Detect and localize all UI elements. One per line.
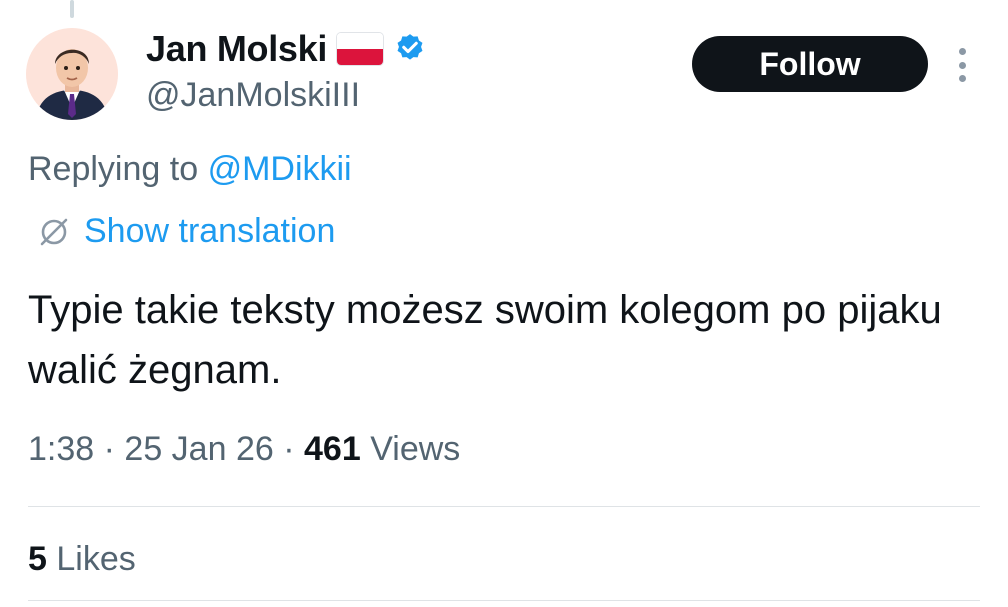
reply-mention-link[interactable]: @MDikkii — [208, 150, 352, 188]
author-name-row: Jan Molski — [146, 26, 427, 72]
views-count: 461 — [304, 430, 361, 468]
tweet-date[interactable]: 25 Jan 26 — [124, 430, 273, 468]
avatar[interactable] — [26, 28, 118, 120]
author-display-name[interactable]: Jan Molski — [146, 28, 327, 70]
divider — [28, 506, 980, 507]
tweet-time[interactable]: 1:38 — [28, 430, 94, 468]
views-label: Views — [370, 430, 461, 468]
follow-button[interactable]: Follow — [692, 36, 928, 92]
show-translation-label: Show translation — [84, 212, 336, 250]
translate-icon — [40, 218, 68, 245]
author-handle[interactable]: @JanMolskiIII — [146, 76, 360, 115]
meta-separator: · — [283, 430, 295, 468]
avatar-illustration — [26, 28, 118, 120]
likes-count: 5 — [28, 540, 47, 578]
likes-label: Likes — [56, 540, 136, 578]
poland-flag-icon — [337, 33, 384, 65]
meta-separator: · — [103, 430, 115, 468]
tweet-meta: 1:38 · 25 Jan 26 · 461 Views — [28, 430, 460, 469]
tweet-text: Typie takie teksty możesz swoim kolegom … — [28, 288, 942, 392]
replying-to-prefix: Replying to — [28, 150, 199, 188]
show-translation-button[interactable]: Show translation — [36, 212, 335, 251]
thread-connector-line — [70, 0, 74, 18]
divider — [28, 600, 980, 601]
likes-link[interactable]: 5 Likes — [28, 540, 136, 579]
replying-to: Replying to @MDikkii — [28, 150, 352, 189]
verified-badge-icon[interactable] — [393, 32, 427, 66]
more-vertical-icon[interactable] — [952, 48, 972, 82]
